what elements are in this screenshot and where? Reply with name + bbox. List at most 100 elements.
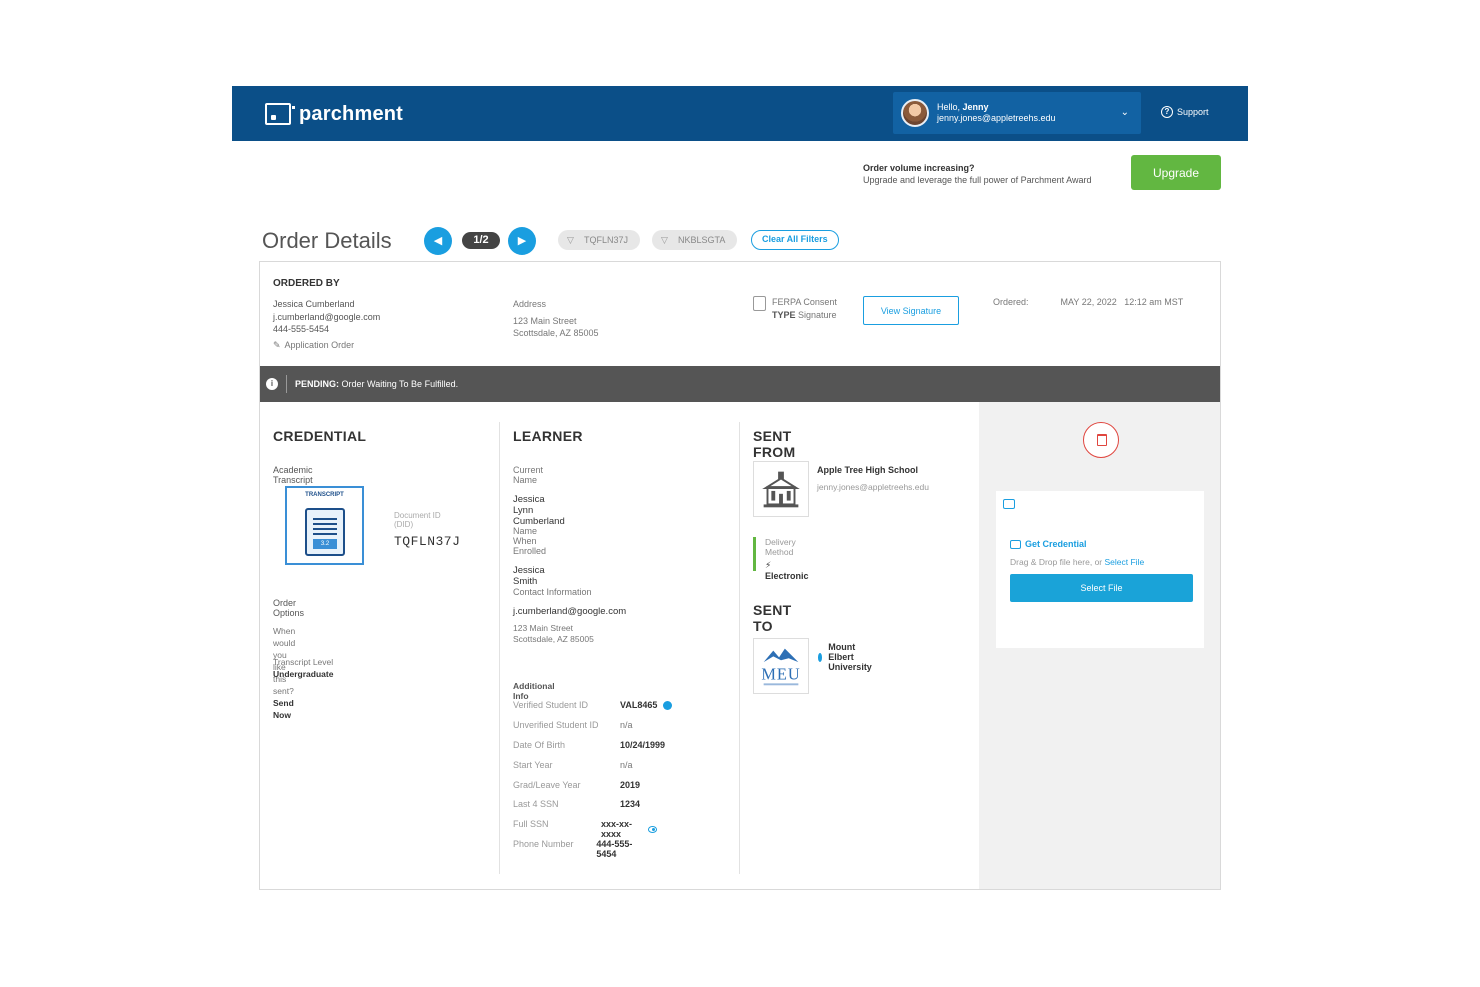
prev-order-button[interactable]: ◀ (424, 227, 452, 255)
sent-to-heading: SENT TO (753, 602, 792, 634)
filter-chip-2[interactable]: ▽ NKBLSGTA (652, 230, 738, 250)
additional-value: VAL8465 (620, 700, 658, 710)
document-id-value: TQFLN37J (394, 534, 461, 549)
upgrade-button[interactable]: Upgrade (1131, 155, 1221, 190)
greeting: Hello, (937, 102, 963, 112)
school-building-icon (753, 461, 809, 517)
additional-row: Unverified Student ID n/a (513, 720, 633, 730)
chevron-right-icon: ▶ (517, 235, 527, 247)
order-type-label: Application Order (284, 340, 355, 350)
contact-address-line2: Scottsdale, AZ 85005 (513, 634, 594, 644)
status-divider (286, 375, 287, 393)
select-file-button[interactable]: Select File (1010, 574, 1193, 602)
sending-school-email: jenny.jones@appletreehs.edu (817, 482, 929, 492)
address-line1: 123 Main Street (513, 315, 577, 326)
next-order-button[interactable]: ▶ (508, 227, 536, 255)
question-icon: ? (1161, 106, 1173, 118)
learner-heading: LEARNER (513, 428, 583, 444)
filter-chip-1[interactable]: ▽ TQFLN37J (558, 230, 641, 250)
sending-school: Apple Tree High School jenny.jones@apple… (817, 465, 929, 492)
delivery-method-label: Delivery Method (765, 537, 796, 557)
avatar (901, 99, 929, 127)
ordered-info: Ordered: MAY 22, 2022 12:12 am MST (993, 297, 1183, 307)
view-signature-button[interactable]: View Signature (863, 296, 959, 325)
current-name-value: Jessica Lynn Cumberland (513, 494, 565, 527)
top-bar: parchment Hello, Jenny jenny.jones@apple… (232, 86, 1248, 141)
ordered-by-section: ORDERED BY Jessica Cumberland j.cumberla… (273, 278, 380, 351)
additional-label: Date Of Birth (513, 740, 566, 750)
chevron-down-icon[interactable]: ⌄ (1121, 107, 1129, 118)
address-line2: Scottsdale, AZ 85005 (513, 328, 599, 338)
status-bar: i PENDING: Order Waiting To Be Fulfilled… (260, 366, 1220, 402)
additional-label: Unverified Student ID (513, 720, 599, 730)
delivery-method-value: Electronic (765, 571, 809, 581)
additional-row: Full SSN xxx-xx-xxxx (513, 819, 658, 839)
ferpa-section: FERPA Consent TYPE Signature (753, 296, 837, 322)
contact-info-label: Contact Information (513, 587, 592, 597)
status-state: PENDING: (295, 379, 340, 389)
delete-order-button[interactable] (1083, 422, 1119, 458)
order-options-label: Order Options (273, 598, 305, 618)
additional-label: Verified Student ID (513, 700, 589, 710)
get-credential-label: Get Credential (1010, 539, 1087, 549)
send-when-value: Send Now (273, 698, 294, 720)
filter-chip-label: TQFLN37J (584, 235, 629, 245)
select-file-link[interactable]: Select File (1104, 557, 1144, 567)
credential-icon (1003, 499, 1015, 509)
additional-label: Phone Number (513, 839, 574, 849)
sent-from-heading: SENT FROM (753, 428, 796, 460)
meu-logo: MEU (753, 638, 809, 694)
parchment-logo[interactable]: parchment (265, 101, 403, 127)
ordered-date: MAY 22, 2022 (1060, 297, 1117, 307)
transcript-gpa: 3.2 (313, 539, 337, 549)
transcript-level-label: Transcript Level (273, 657, 334, 667)
receiving-school-name: Mount Elbert University (828, 642, 872, 672)
ordered-label: Ordered: (993, 297, 1029, 307)
additional-value: n/a (620, 760, 633, 770)
current-name-label: Current Name (513, 465, 544, 485)
additional-value: 444-555-5454 (596, 839, 633, 859)
contact-email: j.cumberland@google.com (513, 606, 627, 617)
ferpa-type-value: Signature (798, 310, 837, 320)
receiving-school: Mount Elbert University (818, 642, 877, 672)
logo-text: parchment (299, 102, 404, 125)
user-email: jenny.jones@appletreehs.edu (937, 113, 1056, 123)
additional-row: Verified Student ID VAL8465 (513, 700, 673, 710)
additional-row: Phone Number 444-555-5454 (513, 839, 640, 859)
enrolled-name-field: Name When Enrolled Jessica Smith (513, 526, 546, 587)
fulfillment-panel: Get Credential Drag & Drop file here, or… (979, 402, 1220, 889)
additional-value: 10/24/1999 (620, 740, 666, 750)
additional-label: Start Year (513, 760, 553, 770)
support-link[interactable]: ? Support (1161, 106, 1209, 118)
parchment-logo-icon (265, 103, 295, 125)
additional-label: Full SSN (513, 819, 549, 829)
orderer-phone: 444-555-5454 (273, 324, 330, 334)
get-credential-text: Get Credential (1025, 539, 1087, 549)
user-name: Jenny (962, 102, 989, 112)
additional-value: 1234 (620, 799, 641, 809)
upgrade-prompt: Order volume increasing? Upgrade and lev… (863, 162, 1091, 186)
page-title: Order Details (262, 228, 392, 253)
filter-icon: ▽ (661, 235, 668, 245)
transcript-thumbnail[interactable]: TRANSCRIPT 3.2 (285, 486, 364, 565)
contact-address-line1: 123 Main Street (513, 623, 574, 633)
drop-text: Drag & Drop file here, or (1010, 557, 1105, 567)
ferpa-label: FERPA Consent (772, 297, 837, 307)
eye-icon[interactable] (647, 825, 658, 833)
clear-all-filters-button[interactable]: Clear All Filters (751, 230, 839, 250)
contact-info-field: Contact Information j.cumberland@google.… (513, 587, 626, 645)
additional-info-label: Additional Info (513, 681, 555, 701)
ordered-by-heading: ORDERED BY (273, 278, 340, 289)
credential-type: Academic Transcript (273, 465, 313, 485)
orderer-name: Jessica Cumberland (273, 299, 355, 309)
enrolled-name-label: Name When Enrolled (513, 526, 547, 556)
user-menu[interactable]: Hello, Jenny jenny.jones@appletreehs.edu… (893, 92, 1141, 134)
address-section: Address 123 Main Street Scottsdale, AZ 8… (513, 298, 599, 340)
column-divider (739, 422, 740, 874)
additional-row: Date Of Birth 10/24/1999 (513, 740, 665, 750)
verified-badge-icon (663, 700, 673, 710)
transcript-level-value: Undergraduate (273, 669, 334, 679)
credential-upload-card[interactable]: Get Credential Drag & Drop file here, or… (996, 491, 1204, 648)
additional-row: Last 4 SSN 1234 (513, 799, 640, 809)
additional-row: Grad/Leave Year 2019 (513, 780, 640, 790)
